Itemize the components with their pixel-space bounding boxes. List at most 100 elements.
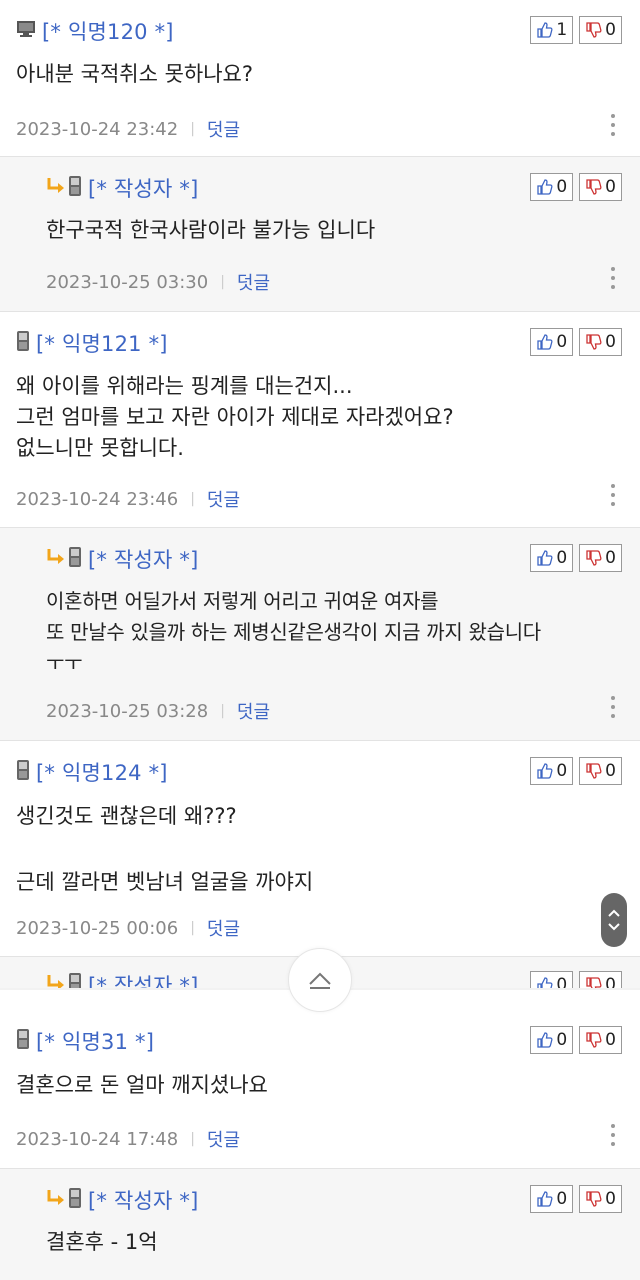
reply-arrow-icon (46, 973, 66, 989)
vote-buttons: 0 0 (530, 1026, 622, 1054)
thumbs-up-icon (536, 333, 554, 351)
reply-text: 이혼하면 어딜가서 저렇게 어리고 귀여운 여자를 또 만날수 있을까 하는 제… (46, 589, 541, 675)
more-vertical-icon[interactable] (610, 114, 616, 136)
reply-link[interactable]: 덧글 (207, 1126, 240, 1152)
comment-text: 결혼으로 돈 얼마 깨지셨나요 (16, 1073, 268, 1097)
reply-item: [* 작성자 *] 0 0 이혼하면 어딜가서 저렇게 어리고 귀여운 여자를 … (0, 528, 640, 741)
reply-link[interactable]: 덧글 (237, 698, 270, 724)
downvote-button[interactable]: 0 (579, 16, 622, 44)
phone-icon (16, 330, 30, 356)
thumbs-down-icon (585, 762, 603, 780)
reply-header: [* 작성자 *] (46, 1185, 199, 1215)
comment-meta: 2023-10-25 00:06 | 덧글 (16, 915, 240, 941)
reply-arrow-icon (46, 176, 66, 200)
downvote-button[interactable]: 0 (579, 544, 622, 572)
scroll-to-top-icon[interactable] (288, 948, 352, 1012)
downvote-count: 0 (605, 548, 616, 568)
reply-author[interactable]: [* 작성자 *] (88, 173, 199, 203)
scroll-handle-icon[interactable] (601, 893, 627, 947)
downvote-count: 0 (605, 1189, 616, 1209)
reply-item: [* 작성자 *] 0 0 결혼후 - 1억 (0, 1169, 640, 1280)
comment-item: [* 익명120 *] 1 0 아내분 국적취소 못하나요? 2023-10-2… (0, 0, 640, 157)
downvote-count: 0 (605, 177, 616, 197)
comment-author[interactable]: [* 익명120 *] (42, 16, 174, 46)
thumbs-down-icon (585, 549, 603, 567)
vote-buttons: 0 0 (530, 1185, 622, 1213)
comment-author[interactable]: [* 익명31 *] (36, 1026, 154, 1056)
comment-item: [* 익명121 *] 0 0 왜 아이를 위해라는 핑계를 대는건지... 그… (0, 312, 640, 528)
reply-author[interactable]: [* 작성자 *] (88, 1185, 199, 1215)
thumbs-down-icon (585, 333, 603, 351)
comment-meta: 2023-10-24 23:46 | 덧글 (16, 486, 240, 512)
divider: | (220, 274, 225, 290)
reply-meta: 2023-10-25 03:30 | 덧글 (46, 269, 270, 295)
upvote-button[interactable]: 1 (530, 16, 574, 44)
comment-header: [* 익명121 *] (16, 328, 168, 358)
reply-link[interactable]: 덧글 (207, 116, 240, 142)
thumbs-down-icon (585, 178, 603, 196)
phone-icon (68, 546, 82, 572)
phone-icon (68, 972, 82, 989)
more-vertical-icon[interactable] (610, 1124, 616, 1146)
upvote-count: 0 (556, 1189, 568, 1209)
comment-meta: 2023-10-24 23:42 | 덧글 (16, 116, 240, 142)
downvote-button[interactable]: 0 (579, 1026, 622, 1054)
upvote-count: 0 (556, 548, 568, 568)
thumbs-down-icon (585, 1190, 603, 1208)
vote-buttons: 0 0 (530, 757, 622, 785)
upvote-button[interactable]: 0 (530, 1185, 574, 1213)
comment-date: 2023-10-24 23:42 (16, 118, 179, 140)
reply-header: [* 작성자 *] (46, 970, 199, 989)
divider: | (190, 1131, 195, 1147)
downvote-button[interactable]: 0 (579, 757, 622, 785)
comment-author[interactable]: [* 익명124 *] (36, 757, 168, 787)
vote-buttons: 1 0 (530, 16, 622, 44)
reply-author[interactable]: [* 작성자 *] (88, 544, 199, 574)
reply-link[interactable]: 덧글 (237, 269, 270, 295)
upvote-button[interactable]: 0 (530, 757, 574, 785)
reply-meta: 2023-10-25 03:28 | 덧글 (46, 698, 270, 724)
downvote-button[interactable]: 0 (579, 328, 622, 356)
reply-author[interactable]: [* 작성자 *] (88, 970, 199, 989)
reply-link[interactable]: 덧글 (207, 486, 240, 512)
downvote-button[interactable]: 0 (579, 1185, 622, 1213)
comment-text: 왜 아이를 위해라는 핑계를 대는건지... 그런 엄마를 보고 자란 아이가 … (16, 374, 454, 460)
comment-text: 아내분 국적취소 못하나요? (16, 62, 254, 86)
downvote-count: 0 (605, 1030, 616, 1050)
more-vertical-icon[interactable] (610, 267, 616, 289)
upvote-count: 0 (556, 1030, 568, 1050)
upvote-count: 1 (556, 20, 568, 40)
more-vertical-icon[interactable] (610, 484, 616, 506)
vote-buttons: 0 0 (530, 173, 622, 201)
reply-text: 결혼후 - 1억 (46, 1230, 158, 1254)
upvote-button[interactable]: 0 (530, 328, 574, 356)
downvote-count: 0 (605, 20, 616, 40)
vote-buttons: 0 0 (530, 971, 622, 989)
downvote-button[interactable]: 0 (579, 173, 622, 201)
reply-link[interactable]: 덧글 (207, 915, 240, 941)
thumbs-down-icon (585, 21, 603, 39)
thumbs-up-icon (536, 178, 554, 196)
vote-buttons: 0 0 (530, 328, 622, 356)
reply-arrow-icon (46, 547, 66, 571)
reply-date: 2023-10-25 03:28 (46, 700, 209, 722)
upvote-button[interactable]: 0 (530, 544, 574, 572)
downvote-button[interactable]: 0 (579, 971, 622, 989)
reply-header: [* 작성자 *] (46, 173, 199, 203)
upvote-button[interactable]: 0 (530, 971, 574, 989)
upvote-button[interactable]: 0 (530, 173, 574, 201)
comment-header: [* 익명31 *] (16, 1026, 154, 1056)
phone-icon (68, 175, 82, 201)
divider: | (220, 703, 225, 719)
upvote-count: 0 (556, 332, 568, 352)
phone-icon (68, 1187, 82, 1213)
thumbs-up-icon (536, 1190, 554, 1208)
comment-author[interactable]: [* 익명121 *] (36, 328, 168, 358)
upvote-count: 0 (556, 761, 568, 781)
more-vertical-icon[interactable] (610, 696, 616, 718)
phone-icon (16, 1028, 30, 1054)
comment-page: [* 익명120 *] 1 0 아내분 국적취소 못하나요? 2023-10-2… (0, 0, 640, 1280)
reply-header: [* 작성자 *] (46, 544, 199, 574)
downvote-count: 0 (605, 975, 616, 989)
upvote-button[interactable]: 0 (530, 1026, 574, 1054)
